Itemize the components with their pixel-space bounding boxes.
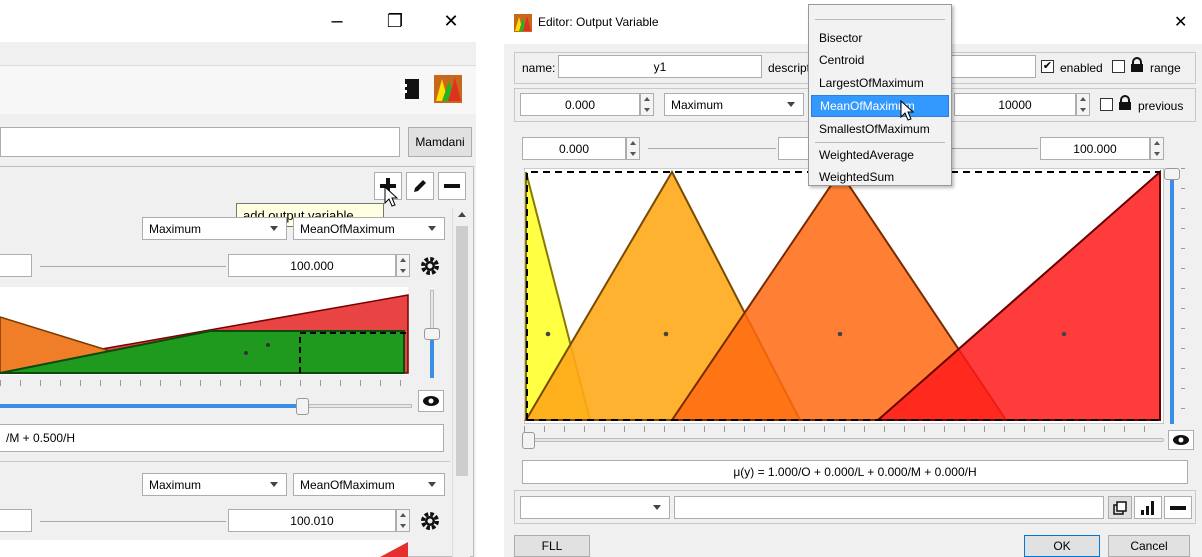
min-value-field-1[interactable] [0, 254, 32, 277]
restore-button[interactable]: ❐ [380, 10, 410, 32]
settings-gear-icon[interactable] [418, 509, 442, 533]
editor-app-icon [514, 14, 532, 32]
max-value-1: 100.000 [290, 258, 334, 273]
resolution-field[interactable]: 10000 [954, 93, 1076, 116]
edit-output-button[interactable] [406, 172, 434, 200]
main-window: – ❐ ✕ Mamdani add output variable... Max… [0, 0, 476, 557]
term-plot-2 [0, 540, 408, 557]
lock-icon [1130, 57, 1144, 73]
dropdown-item-largestofmaximum[interactable]: LargestOfMaximum [811, 72, 949, 94]
mouse-cursor-icon [384, 185, 402, 208]
membership-formula-1: /M + 0.500/H [0, 424, 444, 452]
remove-term-icon[interactable] [1164, 496, 1192, 519]
engine-name-field[interactable] [0, 127, 400, 157]
max-value-spinner-2[interactable] [396, 509, 410, 532]
vertical-slider[interactable] [1164, 168, 1185, 424]
remove-output-button[interactable] [438, 172, 466, 200]
settings-gear-icon[interactable] [418, 254, 442, 278]
dropdown-item-meanofmaximum[interactable]: MeanOfMaximum [811, 95, 949, 117]
mid-range-field[interactable] [778, 137, 808, 160]
dropdown-item-weightedaverage[interactable]: WeightedAverage [811, 144, 949, 166]
range-divider [40, 266, 226, 267]
max-value-2: 100.010 [290, 513, 334, 528]
aggregation-value-2: Maximum [149, 477, 202, 492]
fll-button[interactable]: FLL [514, 535, 590, 557]
range-lock-checkbox[interactable] [1112, 60, 1125, 73]
defuzzifier-value-1: MeanOfMaximum [300, 221, 395, 236]
editor-window: Editor: Output Variable ✕ name: y1 descr… [504, 0, 1202, 557]
max-value-field[interactable]: 100.000 [1040, 137, 1150, 160]
aggregation-select-1[interactable]: Maximum [142, 217, 287, 240]
dropdown-item-bisector[interactable]: Bisector [811, 27, 949, 49]
bar-chart-icon[interactable] [1134, 496, 1162, 519]
range-divider [648, 148, 776, 149]
window-gap [476, 0, 504, 557]
dropdown-item-smallestofmaximum[interactable]: SmallestOfMaximum [811, 118, 949, 140]
min-value-field[interactable]: 0.000 [522, 137, 626, 160]
term-select[interactable] [520, 496, 670, 519]
cancel-button[interactable]: Cancel [1108, 535, 1190, 557]
mamdani-button[interactable]: Mamdani [408, 127, 472, 157]
scrollbar[interactable] [452, 208, 470, 557]
range-divider [40, 521, 226, 522]
previous-lock-checkbox[interactable] [1100, 98, 1113, 111]
mamdani-label: Mamdani [415, 135, 465, 149]
panel-separator [0, 461, 450, 462]
defuzzifier-select-2[interactable]: MeanOfMaximum [293, 473, 445, 496]
export-icon[interactable] [399, 76, 425, 102]
dropdown-item-centroid[interactable]: Centroid [811, 49, 949, 71]
max-value-spinner[interactable] [1150, 137, 1164, 160]
chevron-down-icon [428, 226, 436, 231]
enabled-label: enabled [1060, 61, 1103, 75]
aggregation-value-1: Maximum [149, 221, 202, 236]
description-label: descripti [768, 61, 813, 75]
chevron-down-icon [787, 102, 795, 107]
min-value-spinner[interactable] [626, 137, 640, 160]
minimize-button[interactable]: – [322, 10, 352, 32]
description-field[interactable] [942, 55, 1036, 78]
term-plot-1 [0, 287, 409, 375]
eye-icon[interactable] [418, 390, 444, 412]
close-button[interactable]: ✕ [436, 10, 466, 32]
max-value-spinner-1[interactable] [396, 254, 410, 277]
resolution-spinner[interactable] [1076, 93, 1090, 116]
min-value-field-2[interactable] [0, 509, 32, 532]
menu-bar [0, 42, 476, 66]
previous-label: previous [1138, 99, 1184, 113]
membership-plot [524, 168, 1164, 424]
ticks [0, 380, 408, 386]
editor-title: Editor: Output Variable [538, 15, 659, 29]
defuzzifier-value-2: MeanOfMaximum [300, 477, 395, 492]
range-label: range [1150, 61, 1181, 75]
default-value-spinner[interactable] [640, 93, 654, 116]
horizontal-slider[interactable] [522, 432, 1164, 449]
chevron-down-icon [270, 482, 278, 487]
default-value-field[interactable]: 0.000 [520, 93, 640, 116]
defuzzifier-select-1[interactable]: MeanOfMaximum [293, 217, 445, 240]
chevron-down-icon [270, 226, 278, 231]
ok-button[interactable]: OK [1024, 535, 1100, 557]
eye-icon[interactable] [1168, 430, 1194, 450]
enabled-checkbox[interactable]: ✔ [1041, 60, 1054, 73]
term-parameters-field[interactable] [674, 496, 1104, 519]
horizontal-slider-1[interactable] [0, 398, 412, 415]
range-divider [950, 148, 1038, 149]
dropdown-item-weightedsum[interactable]: WeightedSum [811, 166, 949, 188]
copy-icon[interactable] [1108, 496, 1132, 519]
aggregation-select[interactable]: Maximum [664, 93, 804, 116]
chevron-down-icon [653, 505, 661, 510]
mouse-cursor-icon [900, 99, 918, 122]
vertical-slider-1[interactable] [424, 290, 440, 378]
max-value-field-1[interactable]: 100.000 [228, 254, 396, 277]
name-field[interactable]: y1 [558, 55, 762, 78]
membership-formula: μ(y) = 1.000/O + 0.000/L + 0.000/M + 0.0… [522, 460, 1188, 484]
name-label: name: [522, 61, 556, 75]
max-value-field-2[interactable]: 100.010 [228, 509, 396, 532]
aggregation-select-2[interactable]: Maximum [142, 473, 287, 496]
fuzzylite-icon[interactable] [434, 75, 462, 103]
chevron-down-icon [428, 482, 436, 487]
lock-icon [1118, 95, 1132, 111]
close-icon[interactable]: ✕ [1174, 12, 1187, 32]
defuzzifier-dropdown: Bisector Centroid LargestOfMaximum MeanO… [808, 4, 952, 186]
